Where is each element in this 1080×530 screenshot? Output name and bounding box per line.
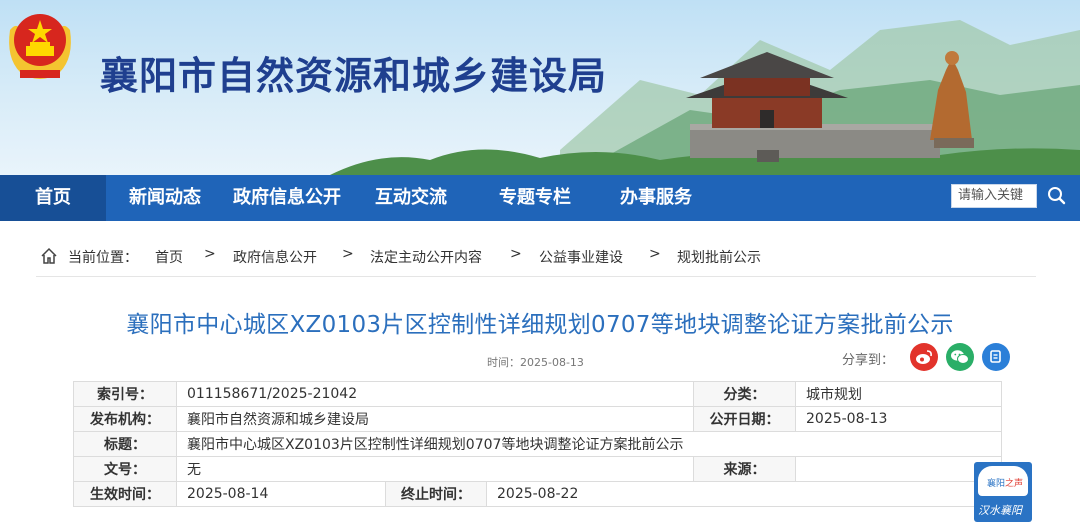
wechat-icon [951,350,969,364]
site-title: 襄阳市自然资源和城乡建设局 [100,54,608,98]
nav-item-interaction[interactable]: 互动交流 [375,175,447,221]
breadcrumb-separator: > [510,246,522,262]
widget-top-label: 襄阳之声 [987,476,1023,489]
widget-top-suffix: 之声 [1005,479,1024,489]
article-title: 襄阳市中心城区XZ0103片区控制性详细规划0707等地块调整论证方案批前公示 [126,312,954,338]
publisher-label: 发布机构： [73,406,177,432]
end-label: 终止时间： [385,481,487,507]
widget-bottom-label: 汉水襄阳 [978,504,1022,517]
doc-no-value: 无 [176,456,694,482]
index-value: 011158671/2025-21042 [176,381,694,407]
main-nav: 首页 新闻动态 政府信息公开 互动交流 专题专栏 办事服务 [0,175,1080,221]
breadcrumb-item-mandatory[interactable]: 法定主动公开内容 [370,247,482,267]
weibo-share-button[interactable] [910,343,938,371]
table-row: 生效时间： 2025-08-14 终止时间： 2025-08-22 [73,481,1002,507]
xiangyang-voice-widget[interactable]: 襄阳之声 汉水襄阳 [974,462,1032,522]
breadcrumb-separator: > [204,246,216,262]
national-emblem-icon [9,14,71,79]
publish-time: 时间：2025-08-13 [487,356,584,369]
search-input[interactable]: 请输入关键 [951,184,1037,208]
document-meta-table: 索引号： 011158671/2025-21042 分类： 城市规划 发布机构：… [73,381,1002,507]
breadcrumb-item-home[interactable]: 首页 [155,247,183,267]
qzone-share-button[interactable] [982,343,1010,371]
nav-item-home[interactable]: 首页 [0,175,106,221]
search-icon[interactable] [1042,182,1072,210]
widget-top-prefix: 襄阳 [987,479,1006,489]
index-label: 索引号： [73,381,177,407]
home-icon [41,247,57,264]
breadcrumb-separator: > [342,246,354,262]
breadcrumb-item-planning[interactable]: 规划批前公示 [677,247,761,267]
table-row: 文号： 无 来源： [73,456,1002,482]
widget-cloud: 襄阳之声 [978,466,1028,496]
copy-link-icon [990,350,1001,363]
breadcrumb-separator: > [649,246,661,262]
category-label: 分类： [693,381,796,407]
breadcrumb-item-public-welfare[interactable]: 公益事业建设 [539,247,623,267]
weibo-icon [916,350,932,364]
nav-item-gov-info[interactable]: 政府信息公开 [233,175,341,221]
publisher-value: 襄阳市自然资源和城乡建设局 [176,406,694,432]
open-date-value: 2025-08-13 [795,406,1002,432]
effective-label: 生效时间： [73,481,177,507]
category-value: 城市规划 [795,381,1002,407]
table-row: 标题： 襄阳市中心城区XZ0103片区控制性详细规划0707等地块调整论证方案批… [73,431,1002,457]
table-row: 索引号： 011158671/2025-21042 分类： 城市规划 [73,381,1002,407]
nav-item-news[interactable]: 新闻动态 [129,175,201,221]
header-banner: 襄阳市自然资源和城乡建设局 [0,0,1080,175]
nav-item-special[interactable]: 专题专栏 [499,175,571,221]
share-label: 分享到： [842,353,895,368]
source-value [795,456,1002,482]
breadcrumb-item-gov-info[interactable]: 政府信息公开 [233,247,317,267]
title-value: 襄阳市中心城区XZ0103片区控制性详细规划0707等地块调整论证方案批前公示 [176,431,1002,457]
open-date-label: 公开日期： [693,406,796,432]
breadcrumb-prefix: 当前位置： [68,250,138,266]
table-row: 发布机构： 襄阳市自然资源和城乡建设局 公开日期： 2025-08-13 [73,406,1002,432]
source-label: 来源： [693,456,796,482]
effective-value: 2025-08-14 [176,481,386,507]
breadcrumb: 当前位置： 首页 > 政府信息公开 > 法定主动公开内容 > 公益事业建设 > … [36,237,1036,277]
doc-no-label: 文号： [73,456,177,482]
wechat-share-button[interactable] [946,343,974,371]
title-label: 标题： [73,431,177,457]
nav-item-services[interactable]: 办事服务 [620,175,692,221]
end-value: 2025-08-22 [486,481,1002,507]
